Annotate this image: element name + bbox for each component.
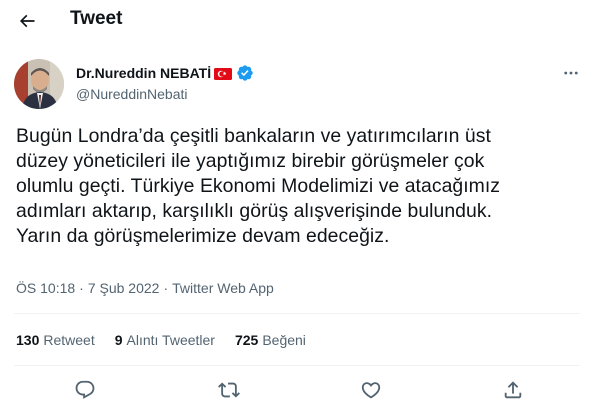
more-horizontal-icon — [564, 71, 578, 75]
author-name: Dr.Nureddin NEBATİ — [76, 65, 212, 81]
meta-separator: · — [79, 280, 84, 296]
avatar-image — [14, 59, 64, 109]
more-button[interactable] — [558, 60, 584, 86]
divider — [14, 365, 580, 366]
tweet-date[interactable]: 7 Şub 2022 — [88, 280, 160, 296]
retweet-count[interactable]: 130 Retweet — [16, 332, 95, 348]
turkey-flag-icon — [214, 67, 233, 80]
page-title: Tweet — [70, 8, 123, 29]
reply-button[interactable] — [71, 376, 99, 404]
stat-count: 9 — [114, 332, 123, 348]
tweet-author: Dr.Nureddin NEBATİ @NureddinNebati — [0, 56, 594, 112]
stat-count: 725 — [234, 332, 259, 348]
share-button[interactable] — [499, 376, 527, 404]
stat-label: Retweet — [43, 332, 95, 348]
arrow-left-icon — [19, 14, 35, 28]
verified-badge-icon — [236, 64, 254, 82]
page-header: Tweet — [0, 0, 594, 44]
author-name-row[interactable]: Dr.Nureddin NEBATİ — [76, 64, 254, 82]
back-button[interactable] — [12, 6, 42, 36]
like-count[interactable]: 725 Beğeni — [235, 332, 306, 348]
tweet-meta: ÖS 10:18 · 7 Şub 2022 · Twitter Web App — [16, 280, 274, 296]
meta-separator: · — [163, 280, 169, 296]
like-button[interactable] — [357, 376, 385, 404]
tweet-text: Bugün Londra’da çeşitli bankaların ve ya… — [16, 125, 501, 247]
heart-icon — [361, 382, 381, 399]
quote-tweet-count[interactable]: 9 Alıntı Tweetler — [115, 332, 215, 348]
tweet-source[interactable]: Twitter Web App — [172, 280, 274, 296]
tweet-time[interactable]: ÖS 10:18 — [16, 280, 75, 296]
retweet-button[interactable] — [215, 376, 243, 404]
share-icon — [504, 381, 522, 399]
avatar[interactable] — [14, 59, 64, 109]
tweet-actions — [0, 372, 594, 408]
reply-icon — [75, 380, 95, 399]
author-handle[interactable]: @NureddinNebati — [76, 86, 188, 102]
stat-count: 130 — [16, 332, 40, 348]
stat-label: Alıntı Tweetler — [126, 332, 215, 348]
stat-label: Beğeni — [262, 332, 306, 348]
tweet-stats: 130 Retweet 9 Alıntı Tweetler 725 Beğeni — [16, 332, 326, 348]
retweet-icon — [218, 382, 240, 398]
divider — [14, 313, 580, 314]
